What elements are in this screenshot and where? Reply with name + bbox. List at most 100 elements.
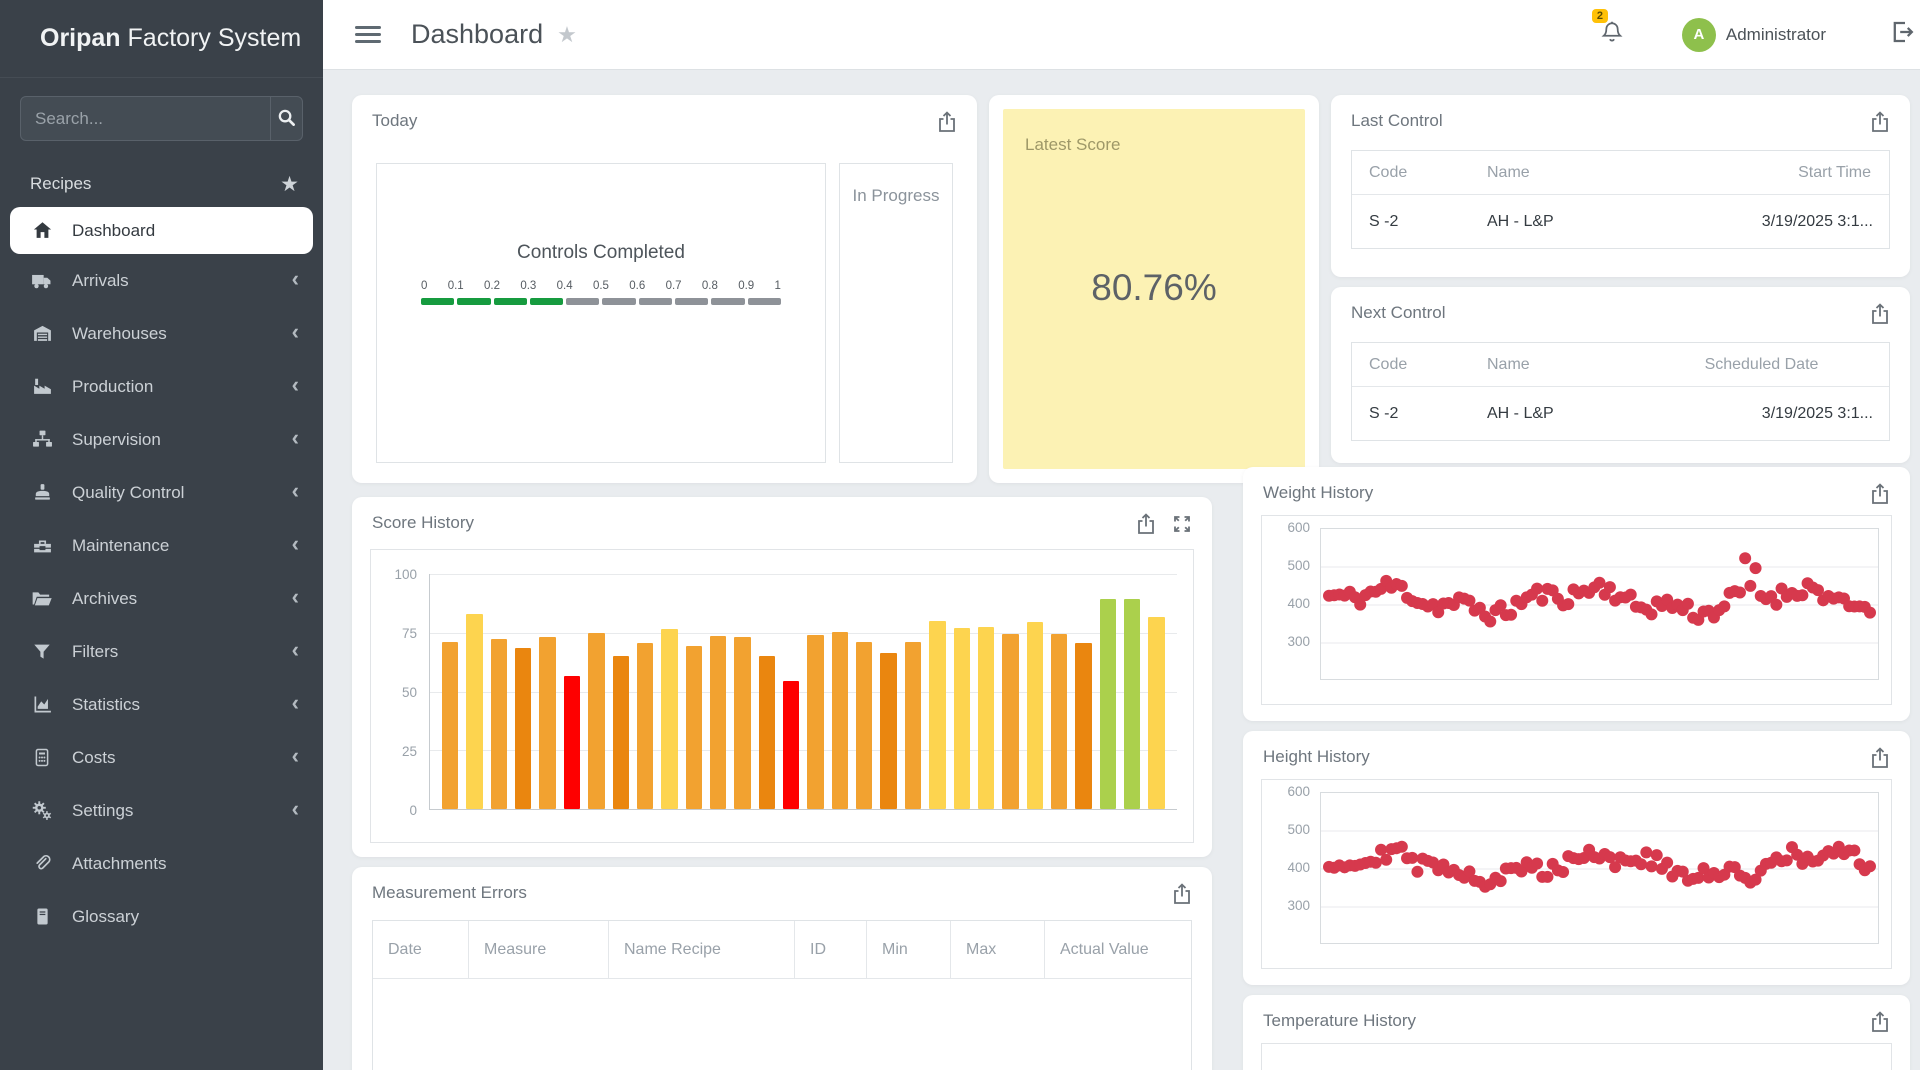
export-button[interactable] (1870, 483, 1890, 508)
search-button[interactable] (270, 97, 302, 140)
tick-label: 1 (775, 280, 781, 292)
next-control-title: Next Control (1351, 303, 1445, 323)
export-button[interactable] (1136, 513, 1156, 538)
score-bar (515, 648, 531, 809)
score-bar (1124, 599, 1140, 809)
score-bar (588, 633, 604, 809)
sidebar-item-statistics[interactable]: Statistics‹ (0, 678, 323, 731)
column-header: Measure (469, 921, 609, 978)
sidebar-item-supervision[interactable]: Supervision‹ (0, 413, 323, 466)
share-icon (1136, 523, 1156, 538)
share-icon (1172, 893, 1192, 908)
sign-out-icon (1890, 31, 1914, 48)
sidebar-item-dashboard[interactable]: Dashboard (10, 207, 313, 254)
column-header: Name (1487, 356, 1674, 374)
logout-button[interactable] (1890, 20, 1914, 49)
sidebar-item-filters[interactable]: Filters‹ (0, 625, 323, 678)
table-cell: 3/19/2025 3:1... (1674, 405, 1889, 423)
score-history-card: Score History 0255075100 (352, 497, 1212, 857)
measurement-errors-table: DateMeasureName RecipeIDMinMaxActual Val… (372, 920, 1192, 1070)
sidebar-item-production[interactable]: Production‹ (0, 360, 323, 413)
export-button[interactable] (1870, 303, 1890, 328)
sidebar: Oripan Factory System Recipes ★ Dashboar… (0, 0, 323, 1070)
export-button[interactable] (1870, 1011, 1890, 1036)
score-bar (1002, 634, 1018, 809)
score-bar (1027, 622, 1043, 809)
export-button[interactable] (1870, 747, 1890, 772)
controls-completed-progressbar (421, 298, 781, 305)
factory-icon (30, 376, 54, 397)
progress-segment-remaining (711, 298, 744, 305)
sidebar-item-quality-control[interactable]: Quality Control‹ (0, 466, 323, 519)
share-icon (937, 121, 957, 136)
progress-segment-completed (457, 298, 490, 305)
notifications-button[interactable]: 2 (1600, 20, 1624, 49)
table-cell: 3/19/2025 3:1... (1674, 213, 1889, 231)
sidebar-item-label: Production (72, 377, 292, 397)
table-header-row: DateMeasureName RecipeIDMinMaxActual Val… (373, 921, 1191, 979)
column-header: Max (951, 921, 1045, 978)
dashboard-page: Oripan Factory System Recipes ★ Dashboar… (0, 0, 1920, 1070)
table-cell: AH - L&P (1487, 213, 1674, 231)
export-button[interactable] (1870, 111, 1890, 136)
search-input[interactable] (21, 97, 270, 140)
score-bar (491, 639, 507, 809)
sidebar-item-archives[interactable]: Archives‹ (0, 572, 323, 625)
score-bar (1100, 599, 1116, 809)
scatter-chart-area (1320, 792, 1879, 944)
page-title: Dashboard (411, 19, 543, 50)
tick-label: 0.3 (520, 280, 536, 292)
sidebar-item-arrivals[interactable]: Arrivals‹ (0, 254, 323, 307)
controls-completed-ticks: 00.10.20.30.40.50.60.70.80.91 (421, 280, 781, 292)
progress-segment-completed (494, 298, 527, 305)
fullscreen-button[interactable] (1172, 513, 1192, 538)
score-bar (832, 632, 848, 809)
filter-icon (30, 642, 54, 662)
tick-label: 0.5 (593, 280, 609, 292)
sidebar-item-maintenance[interactable]: Maintenance‹ (0, 519, 323, 572)
sidebar-item-label: Attachments (72, 854, 299, 874)
tick-label: 0.9 (738, 280, 754, 292)
tick-label: 0.7 (666, 280, 682, 292)
favorite-star-icon[interactable]: ★ (280, 172, 299, 197)
column-header: Min (867, 921, 951, 978)
toolbox-icon (30, 535, 54, 556)
sidebar-item-warehouses[interactable]: Warehouses‹ (0, 307, 323, 360)
score-bar (637, 643, 653, 809)
sidebar-item-attachments[interactable]: Attachments (0, 837, 323, 890)
sidebar-item-label: Archives (72, 589, 292, 609)
column-header: Scheduled Date (1674, 356, 1889, 374)
weight-history-card: Weight History 600500400300 (1243, 467, 1910, 721)
page-favorite-star-icon[interactable]: ★ (557, 22, 577, 48)
tick-label: 0.2 (484, 280, 500, 292)
progress-segment-remaining (675, 298, 708, 305)
sidebar-section-label: Recipes (30, 174, 91, 194)
height-history-card: Height History 600500400300 (1243, 731, 1910, 985)
score-bar (807, 635, 823, 809)
tick-label: 0.1 (448, 280, 464, 292)
brand-bold: Oripan (40, 24, 121, 53)
sidebar-menu: DashboardArrivals‹Warehouses‹Production‹… (0, 207, 323, 943)
sidebar-item-costs[interactable]: Costs‹ (0, 731, 323, 784)
latest-score-card: Latest Score 80.76% (989, 95, 1319, 483)
table-header-row: CodeNameScheduled Date (1352, 343, 1889, 387)
tick-label: 0.4 (557, 280, 573, 292)
score-bar (1148, 617, 1164, 809)
y-axis-labels: 0255075100 (371, 574, 417, 810)
column-header: Name Recipe (609, 921, 795, 978)
score-bar (686, 646, 702, 809)
column-header: Start Time (1674, 164, 1889, 182)
share-icon (1870, 1021, 1890, 1036)
latest-score-value: 80.76% (1003, 267, 1305, 309)
menu-toggle-icon[interactable] (355, 22, 381, 47)
last-control-title: Last Control (1351, 111, 1443, 131)
export-button[interactable] (937, 111, 957, 136)
score-bar (1075, 643, 1091, 809)
user-menu[interactable]: A Administrator (1682, 18, 1826, 52)
in-progress-label: In Progress (853, 186, 940, 205)
export-button[interactable] (1172, 883, 1192, 908)
sidebar-item-settings[interactable]: Settings‹ (0, 784, 323, 837)
sidebar-item-glossary[interactable]: Glossary (0, 890, 323, 943)
gears-icon (30, 800, 54, 821)
progress-segment-remaining (748, 298, 781, 305)
